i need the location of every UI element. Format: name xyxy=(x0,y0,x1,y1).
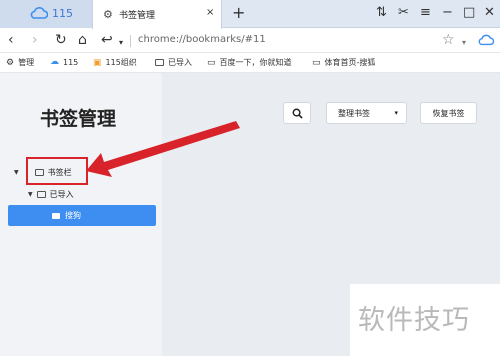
search-button[interactable] xyxy=(283,102,311,124)
search-icon xyxy=(292,108,303,119)
restore-bookmarks-button[interactable]: 恢复书签 xyxy=(420,102,477,124)
watermark-text: 软件技巧 xyxy=(358,305,470,336)
organize-bookmarks-dropdown[interactable]: 整理书签 ▾ xyxy=(326,102,407,124)
organize-label: 整理书签 xyxy=(338,108,370,118)
restore-label: 恢复书签 xyxy=(432,108,465,118)
chevron-down-icon: ▾ xyxy=(394,109,398,117)
